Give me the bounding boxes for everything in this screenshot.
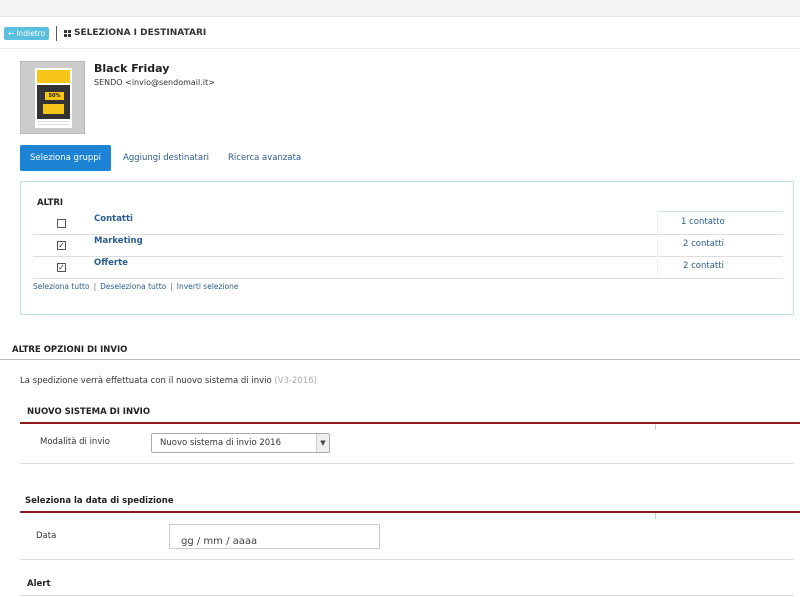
send-mode-value: Nuovo sistema di invio 2016: [160, 438, 281, 448]
sending-info: La spedizione verrà effettuata con il nu…: [20, 376, 317, 386]
row-divider: [20, 595, 794, 596]
back-button[interactable]: ← Indietro: [4, 27, 50, 40]
campaign-sender: SENDO <invio@sendomail.it>: [94, 78, 215, 87]
group-name[interactable]: Contatti: [94, 214, 133, 224]
chevron-down-icon: ▼: [316, 434, 329, 452]
back-button-label: Indietro: [16, 29, 46, 38]
grid-icon: [64, 30, 71, 37]
sending-info-version: (V3-2016): [274, 376, 317, 386]
column-divider: [657, 212, 658, 234]
tab-ricerca-avanzata[interactable]: Ricerca avanzata: [228, 145, 301, 171]
group-row: Contatti 1 contatto: [33, 212, 783, 235]
thumbnail-preview: 50%: [35, 68, 72, 128]
other-options-title: ALTRE OPZIONI DI INVIO: [12, 345, 128, 355]
new-system-rule: [20, 422, 800, 424]
row-divider: [20, 559, 794, 560]
link-separator: |: [93, 282, 97, 291]
new-system-title: NUOVO SISTEMA DI INVIO: [27, 407, 151, 417]
ship-date-title: Seleziona la data di spedizione: [25, 496, 174, 506]
group-row: ✓ Offerte 2 contatti: [33, 256, 783, 279]
header-bar: ← Indietro SELEZIONA I DESTINATARI: [0, 17, 800, 49]
sending-info-text: La spedizione verrà effettuata con il nu…: [20, 376, 272, 386]
tab-aggiungi-destinatari[interactable]: Aggiungi destinatari: [123, 145, 209, 171]
campaign-thumbnail: 50%: [20, 61, 85, 134]
alert-title: Alert: [27, 579, 51, 589]
group-checkbox[interactable]: [57, 219, 66, 228]
header-divider: [56, 26, 57, 41]
thumbnail-text-line: [38, 124, 69, 125]
group-count[interactable]: 2 contatti: [683, 239, 724, 249]
invert-selection-link[interactable]: Inverti selezione: [177, 282, 239, 291]
deselect-all-link[interactable]: Deseleziona tutto: [100, 282, 166, 291]
thumbnail-text-line: [38, 121, 69, 122]
group-checkbox[interactable]: ✓: [57, 263, 66, 272]
tab-seleziona-gruppi[interactable]: Seleziona gruppi: [20, 145, 111, 171]
groups-panel: ALTRI Contatti 1 contatto ✓ Marketing 2 …: [20, 181, 794, 315]
page-title: SELEZIONA I DESTINATARI: [64, 27, 206, 40]
arrow-left-icon: ←: [8, 29, 15, 38]
checkmark-icon: ✓: [58, 241, 65, 250]
row-divider: [20, 463, 794, 464]
other-options-rule: [0, 359, 800, 360]
group-count[interactable]: 2 contatti: [683, 261, 724, 271]
column-divider: [657, 234, 658, 256]
thumbnail-badge: 50%: [45, 92, 64, 100]
thumbnail-banner: [37, 70, 70, 83]
link-separator: |: [170, 282, 173, 291]
group-row: ✓ Marketing 2 contatti: [33, 234, 783, 257]
select-all-link[interactable]: Seleziona tutto: [33, 282, 90, 291]
group-count[interactable]: 1 contatto: [681, 217, 725, 227]
date-input[interactable]: gg / mm / aaaa: [169, 524, 380, 549]
group-name[interactable]: Offerte: [94, 258, 128, 268]
send-mode-select[interactable]: Nuovo sistema di invio 2016 ▼: [151, 433, 330, 453]
top-strip: [0, 0, 800, 17]
group-name[interactable]: Marketing: [94, 236, 143, 246]
campaign-name: Black Friday: [94, 62, 170, 75]
thumbnail-hero: 50%: [37, 85, 70, 119]
checkmark-icon: ✓: [58, 263, 65, 272]
column-tick: [655, 424, 656, 430]
groups-section-title: ALTRI: [37, 198, 64, 208]
thumbnail-label-block: [43, 104, 64, 114]
column-divider: [657, 256, 658, 278]
date-label: Data: [36, 531, 57, 541]
ship-date-rule: [20, 511, 800, 513]
page-title-text: SELEZIONA I DESTINATARI: [74, 28, 207, 38]
send-mode-label: Modalità di invio: [40, 437, 110, 447]
group-checkbox[interactable]: ✓: [57, 241, 66, 250]
column-tick: [655, 513, 656, 519]
selection-links: Seleziona tutto | Deseleziona tutto | Invert…: [33, 282, 239, 291]
